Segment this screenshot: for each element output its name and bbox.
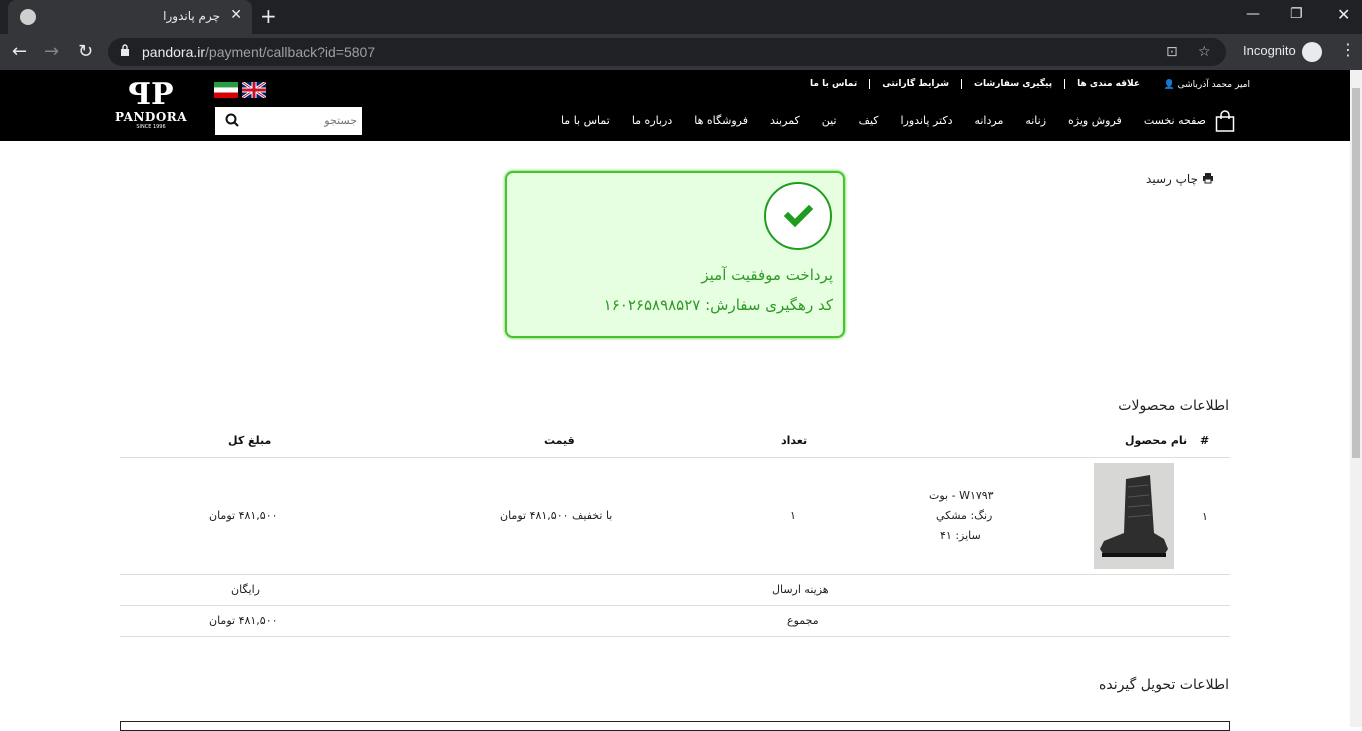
- site-favicon-icon: [20, 9, 36, 25]
- col-header-total: مبلغ کل: [228, 434, 272, 447]
- printer-icon: [1203, 173, 1213, 184]
- table-divider: [120, 457, 1230, 458]
- top-link-contact[interactable]: تماس با ما: [798, 79, 869, 89]
- site-logo[interactable]: ꟼP PANDORA SINCE 1996: [115, 80, 187, 132]
- table-divider: [120, 636, 1230, 637]
- top-link-warranty[interactable]: شرایط گارانتی: [869, 79, 961, 89]
- shipping-value: رایگان: [231, 583, 260, 596]
- product-size: سایز: ۴۱: [940, 529, 981, 542]
- user-account[interactable]: 👤 امیر محمد آذرباشی: [1163, 80, 1250, 90]
- url-field[interactable]: pandora.ir/payment/callback?id=5807 ⊡ ☆: [108, 38, 1226, 66]
- url-domain: pandora.ir: [142, 44, 206, 60]
- browser-tab-strip: چرم پاندورا ✕ + — ❐ ✕: [0, 0, 1362, 34]
- scrollbar-thumb[interactable]: [1352, 88, 1360, 458]
- print-receipt-label: چاپ رسید: [1146, 172, 1198, 186]
- product-total: ۴۸۱,۵۰۰ تومان: [209, 509, 278, 522]
- new-tab-icon[interactable]: +: [260, 4, 277, 28]
- url-path: /payment/callback?id=5807: [205, 44, 376, 60]
- tab-title: چرم پاندورا: [163, 9, 220, 23]
- sum-label: مجموع: [787, 614, 819, 627]
- table-divider: [120, 605, 1230, 606]
- main-nav: صفحه نخست فروش ویژه زنانه مردانه دکتر پا…: [561, 114, 1206, 127]
- col-header-price: قیمت: [544, 434, 575, 447]
- user-icon: 👤: [1163, 80, 1175, 90]
- nav-teen[interactable]: تین: [822, 114, 837, 127]
- product-thumbnail[interactable]: [1094, 463, 1174, 569]
- incognito-icon[interactable]: [1302, 42, 1322, 62]
- minimize-icon[interactable]: —: [1246, 6, 1260, 22]
- uk-flag-icon[interactable]: [242, 82, 266, 98]
- product-name: W۱۷۹۳ - بوت: [929, 489, 994, 502]
- shipping-label: هزینه ارسال: [772, 583, 829, 596]
- lock-icon: [121, 44, 129, 56]
- print-receipt-link[interactable]: چاپ رسید: [1146, 172, 1214, 186]
- forward-icon[interactable]: →: [44, 41, 59, 62]
- search-icon[interactable]: [225, 113, 239, 127]
- iran-flag-icon[interactable]: [214, 82, 238, 98]
- nav-special-sale[interactable]: فروش ویژه: [1068, 114, 1122, 127]
- nav-home[interactable]: صفحه نخست: [1144, 114, 1206, 127]
- nav-bags[interactable]: کیف: [859, 114, 879, 127]
- site-search: [215, 107, 362, 135]
- nav-doctor-pandora[interactable]: دکتر پاندورا: [901, 114, 953, 127]
- receiver-section-title: اطلاعات تحویل گیرنده: [1099, 677, 1229, 693]
- col-header-index: #: [1200, 434, 1210, 447]
- product-price: با تخفیف ۴۸۱,۵۰۰ تومان: [500, 509, 613, 522]
- incognito-label: Incognito: [1243, 43, 1296, 58]
- back-icon[interactable]: ←: [12, 41, 27, 62]
- close-window-icon[interactable]: ✕: [1337, 5, 1350, 24]
- bookmark-star-icon[interactable]: ☆: [1198, 44, 1211, 60]
- success-title: پرداخت موفقیت آمیز: [701, 266, 833, 284]
- nav-women[interactable]: زنانه: [1025, 114, 1046, 127]
- logo-mark-icon: ꟼP: [128, 77, 174, 112]
- reload-icon[interactable]: ↻: [78, 41, 93, 62]
- nav-men[interactable]: مردانه: [974, 114, 1003, 127]
- payment-success-box: پرداخت موفقیت آمیز کد رهگیری سفارش: ۱۶۰۲…: [505, 171, 845, 338]
- receiver-info-box: [120, 721, 1230, 731]
- browser-tab[interactable]: چرم پاندورا ✕: [8, 0, 252, 34]
- address-bar: ← → ↻ pandora.ir/payment/callback?id=580…: [0, 34, 1362, 70]
- checkmark-icon: [783, 204, 814, 228]
- top-links: علاقه مندی ها پیگیری سفارشات شرایط گاران…: [798, 79, 1152, 89]
- nav-belts[interactable]: کمربند: [770, 114, 800, 127]
- nav-contact[interactable]: تماس با ما: [561, 114, 610, 127]
- nav-about[interactable]: درباره ما: [632, 114, 672, 127]
- translate-icon[interactable]: ⊡: [1166, 44, 1178, 60]
- table-divider: [120, 574, 1230, 575]
- shopping-bag-icon[interactable]: [1215, 110, 1235, 132]
- product-qty: ۱: [790, 509, 796, 522]
- row-index: ۱: [1202, 510, 1208, 523]
- top-link-wishlist[interactable]: علاقه مندی ها: [1064, 79, 1152, 89]
- close-tab-icon[interactable]: ✕: [230, 7, 242, 23]
- top-link-order-tracking[interactable]: پیگیری سفارشات: [960, 79, 1064, 89]
- boot-image: [1094, 463, 1174, 569]
- col-header-name: نام محصول: [1125, 434, 1188, 447]
- success-badge: [764, 182, 832, 250]
- product-color: رنگ: مشکي: [936, 509, 993, 522]
- browser-menu-icon[interactable]: ⋮: [1340, 40, 1356, 59]
- col-header-qty: تعداد: [781, 434, 808, 447]
- sum-value: ۴۸۱,۵۰۰ تومان: [209, 614, 278, 627]
- products-section-title: اطلاعات محصولات: [1118, 398, 1229, 414]
- restore-icon[interactable]: ❐: [1290, 6, 1303, 22]
- user-name: امیر محمد آذرباشی: [1177, 80, 1250, 90]
- logo-name: PANDORA: [115, 110, 188, 124]
- nav-stores[interactable]: فروشگاه ها: [694, 114, 748, 127]
- search-input[interactable]: [247, 111, 357, 131]
- logo-since: SINCE 1996: [136, 124, 166, 130]
- tracking-code: کد رهگیری سفارش: ۱۶۰۲۶۵۸۹۸۵۲۷: [603, 296, 833, 314]
